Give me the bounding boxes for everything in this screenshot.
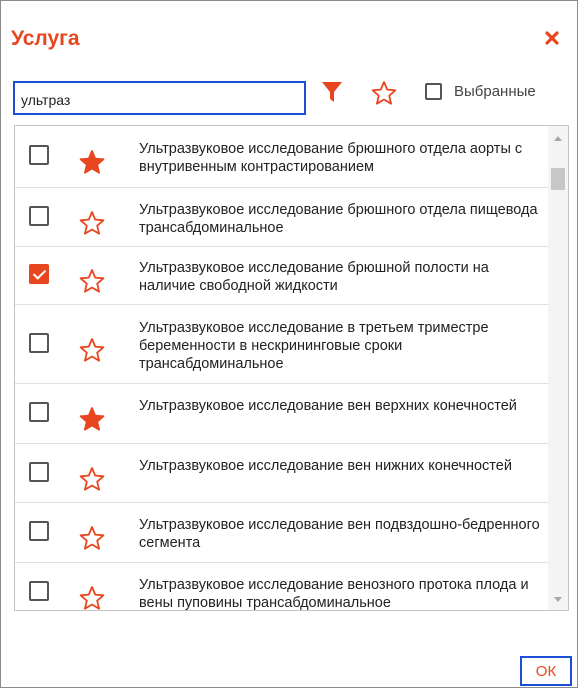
scrollbar-thumb[interactable] — [551, 168, 565, 190]
search-field[interactable] — [13, 81, 306, 115]
scrollbar[interactable] — [548, 126, 568, 610]
favorites-checkbox-box[interactable] — [425, 83, 442, 100]
list-item[interactable]: Ультразвуковое исследование вен нижних к… — [15, 444, 549, 503]
row-checkbox[interactable] — [29, 402, 49, 422]
list-item[interactable]: Ультразвуковое исследование брюшной поло… — [15, 247, 549, 305]
search-input[interactable] — [15, 83, 304, 113]
service-label: Ультразвуковое исследование вен подвздош… — [139, 517, 540, 551]
favorites-label: Выбранные — [454, 83, 536, 100]
star-icon — [371, 81, 397, 105]
star-icon[interactable] — [79, 525, 105, 551]
star-icon[interactable] — [79, 337, 105, 363]
scroll-up-icon[interactable] — [554, 136, 562, 141]
star-icon[interactable] — [79, 585, 105, 611]
service-label: Ультразвуковое исследование брюшного отд… — [139, 201, 538, 236]
service-label: Ультразвуковое исследование вен верхних … — [139, 398, 517, 414]
star-filled-icon[interactable] — [79, 406, 105, 432]
dialog-title: Услуга — [11, 27, 80, 50]
row-checkbox[interactable] — [29, 332, 49, 353]
list-item[interactable]: Ультразвуковое исследование брюшного отд… — [15, 188, 549, 247]
row-checkbox[interactable] — [29, 461, 49, 482]
service-label: Ультразвуковое исследование в третьем тр… — [139, 319, 489, 372]
favorites-filter-button[interactable] — [371, 80, 397, 106]
list-item[interactable]: Ультразвуковое исследование в третьем тр… — [15, 305, 549, 384]
star-icon[interactable] — [79, 268, 105, 294]
list-item[interactable]: Ультразвуковое исследование вен подвздош… — [15, 503, 549, 563]
filter-button[interactable] — [320, 80, 344, 104]
row-checkbox[interactable] — [29, 521, 49, 541]
close-icon — [545, 31, 559, 45]
service-label: Ультразвуковое исследование вен нижних к… — [139, 457, 512, 474]
row-checkbox[interactable] — [29, 145, 49, 165]
row-checkbox[interactable] — [29, 264, 49, 284]
service-label: Ультразвуковое исследование венозного пр… — [139, 577, 529, 611]
ok-button[interactable]: ОК — [520, 656, 572, 686]
star-icon[interactable] — [79, 210, 105, 236]
list-item[interactable]: Ультразвуковое исследование брюшного отд… — [15, 126, 549, 188]
row-checkbox[interactable] — [29, 205, 49, 226]
service-dialog: Услуга Выбранные Ультразвуковое исследов… — [0, 0, 578, 688]
favorites-checkbox[interactable]: Выбранные — [425, 83, 536, 100]
service-label: Ультразвуковое исследование брюшной поло… — [139, 260, 489, 294]
scroll-down-icon[interactable] — [554, 597, 562, 602]
service-list[interactable]: Ультразвуковое исследование венозного пр… — [14, 125, 569, 611]
star-filled-icon[interactable] — [79, 149, 105, 175]
filter-icon — [322, 82, 342, 102]
row-checkbox[interactable] — [29, 581, 49, 601]
star-icon[interactable] — [79, 466, 105, 492]
list-item[interactable]: Ультразвуковое исследование венозного пр… — [15, 563, 549, 611]
list-item[interactable]: Ультразвуковое исследование вен верхних … — [15, 384, 549, 444]
close-button[interactable] — [541, 27, 563, 49]
service-label: Ультразвуковое исследование брюшного отд… — [139, 141, 523, 175]
